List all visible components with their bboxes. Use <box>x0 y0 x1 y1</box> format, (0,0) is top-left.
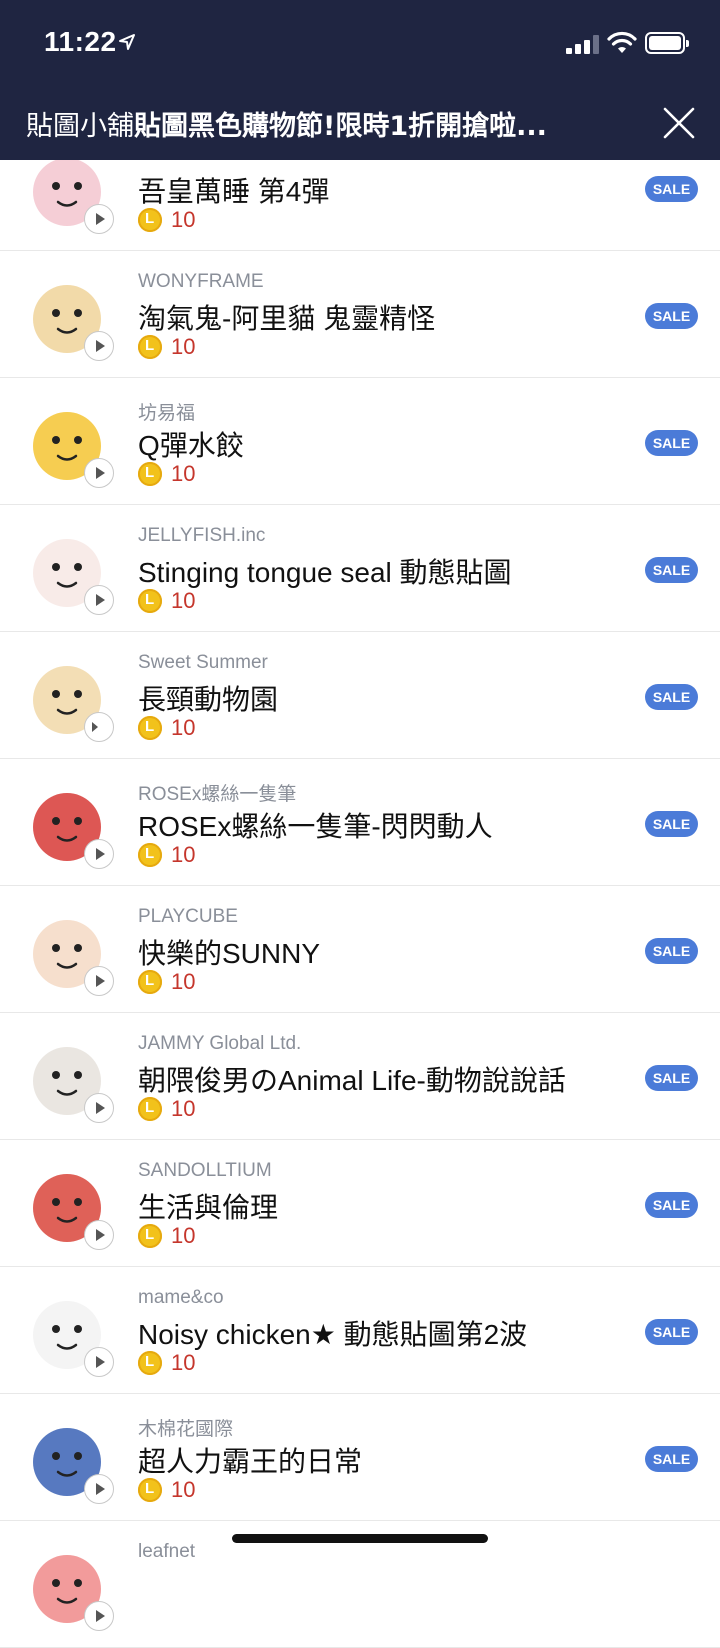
sticker-author: WONYFRAME <box>138 271 264 292</box>
coin-icon <box>138 462 162 486</box>
coin-icon <box>138 1478 162 1502</box>
coin-icon <box>138 843 162 867</box>
sale-badge: SALE <box>645 1065 698 1091</box>
play-icon[interactable] <box>84 1347 114 1377</box>
sale-badge: SALE <box>645 176 698 202</box>
price-amount: 10 <box>171 1350 196 1375</box>
sticker-author: 坊易福 <box>138 403 196 424</box>
event-title: 貼圖黑色購物節!限時1折開搶啦... <box>134 111 547 142</box>
battery-icon <box>645 32 689 54</box>
price-amount: 10 <box>171 1477 196 1502</box>
status-time: 11:22 <box>44 26 117 57</box>
sale-badge: SALE <box>645 430 698 456</box>
sticker-title: 超人力霸王的日常 <box>138 1446 363 1477</box>
store-name: 貼圖小舖 <box>26 111 134 142</box>
price-amount: 10 <box>171 1096 196 1121</box>
status-bar: 11:22 <box>0 0 720 90</box>
price-amount: 10 <box>171 715 196 740</box>
list-item[interactable]: ROSEx螺絲一隻筆 ROSEx螺絲一隻筆-閃閃動人10 SALE <box>0 759 720 886</box>
wifi-icon <box>607 31 637 53</box>
sticker-title: 生活與倫理 <box>138 1192 279 1223</box>
sticker-title: 朝隈俊男のAnimal Life-動物說說話 <box>138 1065 566 1096</box>
price-amount: 10 <box>171 461 196 486</box>
cellular-signal-icon <box>566 34 600 54</box>
sticker-title: 吾皇萬睡 第4彈 <box>138 176 330 207</box>
list-item[interactable]: JAMMY Global Ltd. 朝隈俊男のAnimal Life-動物說說話1… <box>0 1013 720 1140</box>
coin-icon <box>138 1097 162 1121</box>
page-title: 貼圖小舖貼圖黑色購物節!限時1折開搶啦... <box>26 104 547 143</box>
sticker-title: Noisy chicken★ 動態貼圖第2波 <box>138 1319 528 1350</box>
price-amount: 10 <box>171 334 196 359</box>
play-icon[interactable] <box>84 839 114 869</box>
sticker-title: ROSEx螺絲一隻筆-閃閃動人 <box>138 811 493 842</box>
play-icon[interactable] <box>84 331 114 361</box>
play-icon[interactable] <box>84 1474 114 1504</box>
nav-bar: 貼圖小舖貼圖黑色購物節!限時1折開搶啦... <box>0 90 720 160</box>
sticker-author: mame&co <box>138 1287 224 1308</box>
home-indicator[interactable] <box>232 1534 488 1543</box>
sale-badge: SALE <box>645 1192 698 1218</box>
sticker-author: SANDOLLTIUM <box>138 1160 272 1181</box>
sale-badge: SALE <box>645 1446 698 1472</box>
list-item[interactable]: 木棉花國際超人力霸王的日常10 SALE <box>0 1394 720 1521</box>
list-item[interactable]: mame&co Noisy chicken★ 動態貼圖第2波10 SALE <box>0 1267 720 1394</box>
play-icon[interactable] <box>84 204 114 234</box>
price-amount: 10 <box>171 207 196 232</box>
list-item[interactable]: SANDOLLTIUM 生活與倫理10 SALE <box>0 1140 720 1267</box>
coin-icon <box>138 1224 162 1248</box>
coin-icon <box>138 208 162 232</box>
coin-icon <box>138 1351 162 1375</box>
sticker-title: 淘氣鬼-阿里貓 鬼靈精怪 <box>138 303 436 334</box>
list-item[interactable]: Sweet Summer 長頸動物園10 SALE <box>0 632 720 759</box>
sticker-author: JELLYFISH.inc <box>138 525 266 546</box>
price-amount: 10 <box>171 969 196 994</box>
list-item[interactable]: PLAYCUBE 快樂的SUNNY10 SALE <box>0 886 720 1013</box>
play-icon[interactable] <box>84 585 114 615</box>
price-amount: 10 <box>171 842 196 867</box>
list-item[interactable]: WONYFRAME 淘氣鬼-阿里貓 鬼靈精怪10 SALE <box>0 251 720 378</box>
close-icon[interactable] <box>660 104 698 142</box>
sale-badge: SALE <box>645 1319 698 1345</box>
sticker-author: 木棉花國際 <box>138 1419 234 1440</box>
sale-badge: SALE <box>645 557 698 583</box>
sticker-title: Q彈水餃 <box>138 430 244 461</box>
sticker-author: Sweet Summer <box>138 652 268 673</box>
play-icon[interactable] <box>84 1093 114 1123</box>
coin-icon <box>138 589 162 613</box>
play-icon[interactable] <box>84 458 114 488</box>
sticker-list: 吾皇萬睡 第4彈10SALEWONYFRAME淘氣鬼-阿里貓 鬼靈精怪10SAL… <box>0 124 720 1648</box>
coin-icon <box>138 970 162 994</box>
sound-play-icon[interactable] <box>84 712 114 742</box>
coin-icon <box>138 335 162 359</box>
play-icon[interactable] <box>84 1220 114 1250</box>
list-item[interactable]: JELLYFISH.inc Stinging tongue seal 動態貼圖10… <box>0 505 720 632</box>
sticker-title: 長頸動物園 <box>138 684 279 715</box>
sale-badge: SALE <box>645 684 698 710</box>
sale-badge: SALE <box>645 303 698 329</box>
sticker-author: PLAYCUBE <box>138 906 238 927</box>
sticker-title: 快樂的SUNNY <box>138 938 321 969</box>
price-amount: 10 <box>171 1223 196 1248</box>
sale-badge: SALE <box>645 938 698 964</box>
play-icon[interactable] <box>84 966 114 996</box>
play-icon[interactable] <box>84 1601 114 1631</box>
sticker-title: Stinging tongue seal 動態貼圖 <box>138 557 512 588</box>
location-arrow-icon <box>119 34 135 50</box>
price-amount: 10 <box>171 588 196 613</box>
list-item[interactable]: 坊易福 Q彈水餃10 SALE <box>0 378 720 505</box>
sticker-author: JAMMY Global Ltd. <box>138 1033 302 1054</box>
sale-badge: SALE <box>645 811 698 837</box>
sticker-author: leafnet <box>138 1541 196 1562</box>
coin-icon <box>138 716 162 740</box>
sticker-author: ROSEx螺絲一隻筆 <box>138 784 297 805</box>
